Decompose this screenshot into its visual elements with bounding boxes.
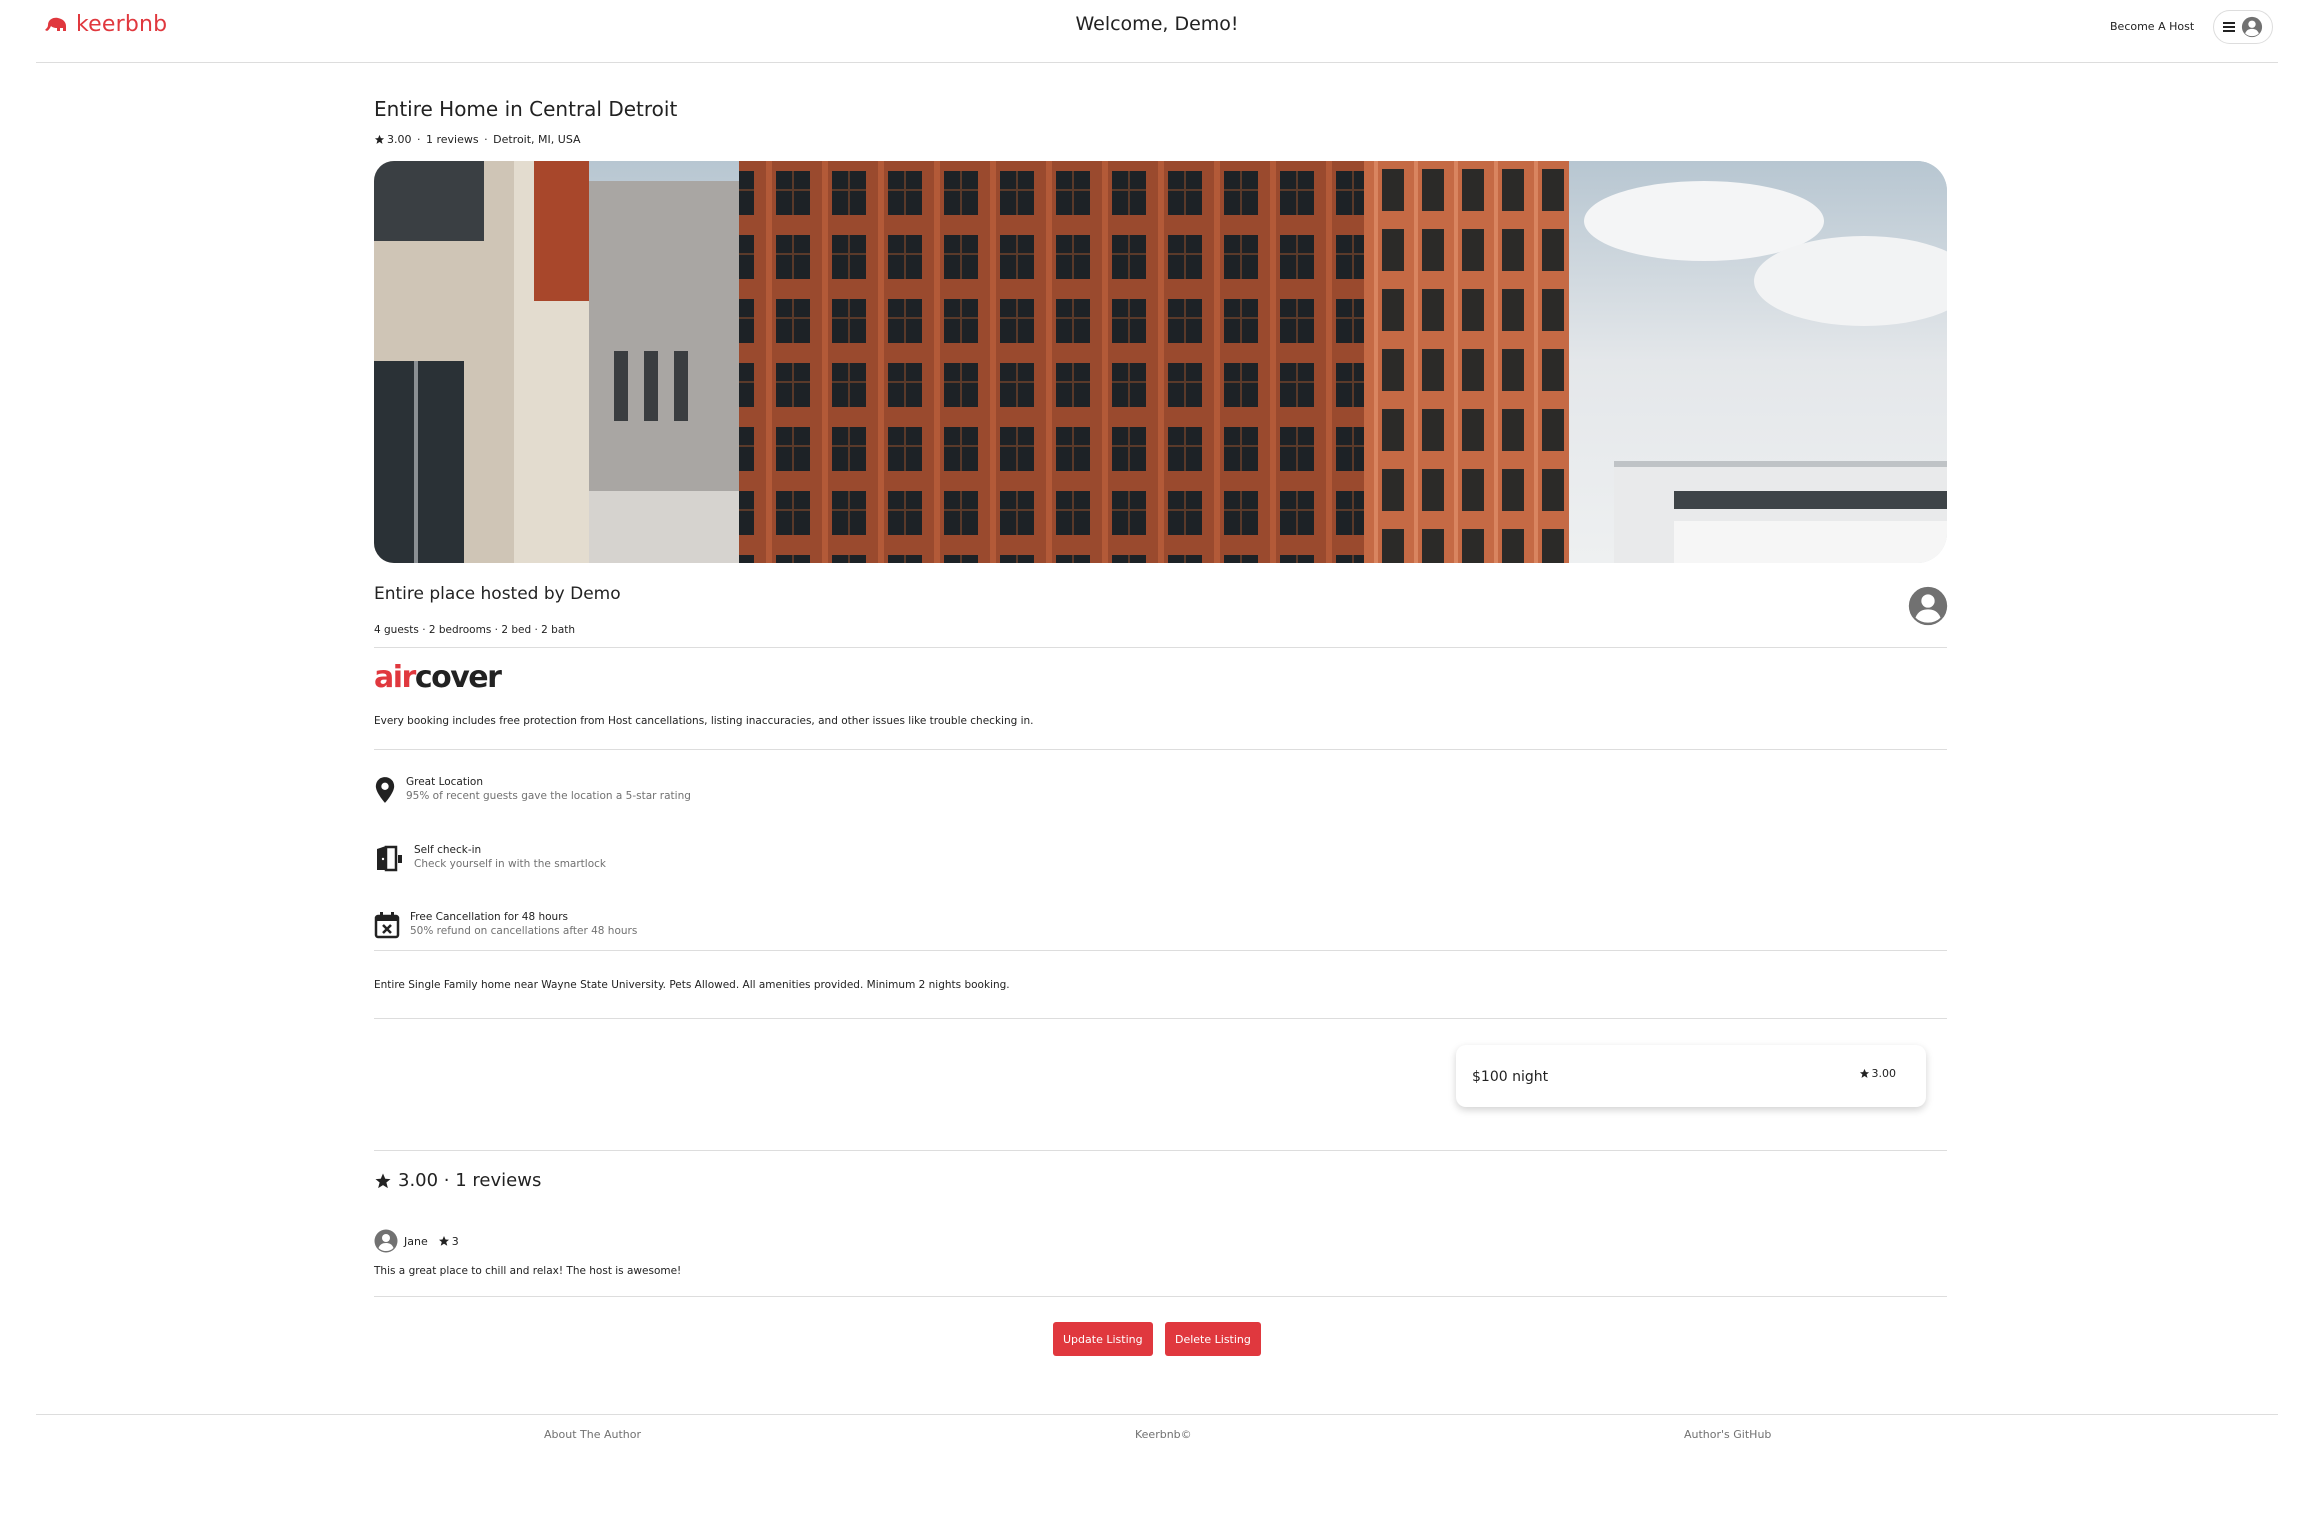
feature-free-cancellation: Free Cancellation for 48 hours 50% refun… xyxy=(374,911,637,939)
star-icon xyxy=(374,134,385,144)
section-divider xyxy=(374,647,1947,648)
reviewer-avatar-icon xyxy=(374,1229,398,1253)
calendar-x-icon xyxy=(374,912,400,939)
section-divider xyxy=(374,950,1947,951)
listing-meta: 3.00 · 1 reviews · Detroit, MI, USA xyxy=(374,133,581,146)
update-listing-button[interactable]: Update Listing xyxy=(1053,1322,1153,1356)
meta-separator: · xyxy=(480,133,492,146)
section-divider xyxy=(374,1018,1947,1019)
user-avatar-icon xyxy=(2241,16,2263,38)
star-icon xyxy=(375,1173,391,1188)
listing-location: Detroit, MI, USA xyxy=(493,133,581,146)
feature-title: Self check-in xyxy=(414,844,482,856)
star-icon xyxy=(1859,1068,1869,1078)
door-icon xyxy=(377,845,402,872)
listing-title: Entire Home in Central Detroit xyxy=(374,97,678,121)
listing-photo xyxy=(374,161,1947,563)
header-divider xyxy=(36,62,2278,63)
section-divider xyxy=(374,1296,1947,1297)
feature-subtitle: Check yourself in with the smartlock xyxy=(414,858,606,870)
host-avatar-icon xyxy=(1908,586,1948,626)
feature-title: Free Cancellation for 48 hours xyxy=(410,911,568,923)
meta-separator: · xyxy=(413,133,424,146)
aircover-air: air xyxy=(374,660,416,695)
booking-card: $100 night 3.00 xyxy=(1456,1045,1926,1107)
user-menu-button[interactable] xyxy=(2213,10,2273,44)
section-divider xyxy=(374,749,1947,750)
copyright-text: Keerbnb© xyxy=(1135,1428,1192,1441)
feature-title: Great Location xyxy=(406,776,483,788)
listing-rating: 3.00 xyxy=(387,133,412,146)
reviewer-name: Jane xyxy=(404,1234,428,1248)
booking-rating: 3.00 xyxy=(1859,1067,1897,1080)
hamburger-icon xyxy=(2223,22,2235,32)
price-per-night: $100 night xyxy=(1472,1069,1549,1085)
aircover-cover: cover xyxy=(414,660,502,695)
welcome-message: Welcome, Demo! xyxy=(1075,13,1239,35)
aircover-description: Every booking includes free protection f… xyxy=(374,715,1034,727)
star-icon xyxy=(438,1236,449,1246)
top-nav: keerbnb Welcome, Demo! Become A Host xyxy=(0,0,2314,62)
review-rating-value: 3 xyxy=(451,1234,459,1248)
feature-great-location: Great Location 95% of recent guests gave… xyxy=(374,776,691,804)
delete-listing-button[interactable]: Delete Listing xyxy=(1165,1322,1261,1356)
feature-text: Self check-in Check yourself in with the… xyxy=(414,844,606,870)
hosted-by-heading: Entire place hosted by Demo xyxy=(374,584,621,604)
reviews-heading: 3.00 · 1 reviews xyxy=(374,1170,541,1191)
become-host-link[interactable]: Become A Host xyxy=(2110,20,2194,33)
feature-self-check-in: Self check-in Check yourself in with the… xyxy=(374,844,606,872)
review-rating: 3 xyxy=(438,1235,459,1248)
listing-reviews-count: 1 reviews xyxy=(426,133,479,146)
booking-rating-value: 3.00 xyxy=(1871,1067,1897,1080)
section-divider xyxy=(374,1150,1947,1151)
listing-specs: 4 guests · 2 bedrooms · 2 bed · 2 bath xyxy=(374,624,576,636)
feature-subtitle: 50% refund on cancellations after 48 hou… xyxy=(410,925,638,937)
review-author: Jane 3 xyxy=(374,1229,459,1253)
footer-divider xyxy=(36,1414,2278,1415)
feature-text: Free Cancellation for 48 hours 50% refun… xyxy=(410,911,637,937)
aircover-logo: aircover xyxy=(374,660,502,695)
feature-text: Great Location 95% of recent guests gave… xyxy=(406,776,691,802)
feature-subtitle: 95% of recent guests gave the location a… xyxy=(406,790,691,802)
review-text: This a great place to chill and relax! T… xyxy=(374,1265,682,1277)
reviews-summary: 3.00 · 1 reviews xyxy=(398,1170,542,1191)
listing-description: Entire Single Family home near Wayne Sta… xyxy=(374,979,1010,991)
location-pin-icon xyxy=(375,777,395,803)
about-author-link[interactable]: About The Author xyxy=(544,1428,641,1441)
author-github-link[interactable]: Author's GitHub xyxy=(1684,1428,1771,1441)
